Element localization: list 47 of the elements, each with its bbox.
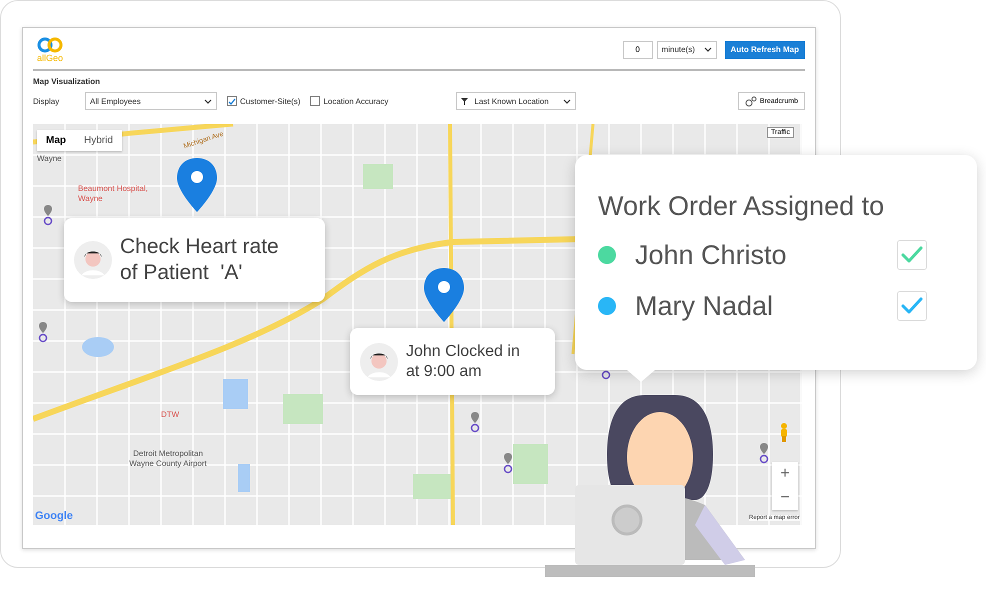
map-type-tab[interactable]: Map bbox=[37, 130, 75, 151]
park-area bbox=[283, 394, 323, 424]
lake-area bbox=[223, 379, 248, 409]
interval-field[interactable]: 0 bbox=[622, 40, 653, 58]
lake-area bbox=[82, 337, 114, 357]
auto-refresh-button[interactable]: Auto Refresh Map bbox=[724, 40, 805, 58]
section-title: Map Visualization bbox=[33, 77, 101, 86]
checkbox[interactable] bbox=[310, 96, 320, 106]
map-marker-icon bbox=[38, 321, 48, 343]
zoom-out-button[interactable]: − bbox=[772, 486, 798, 510]
filter-icon bbox=[461, 98, 468, 104]
checkbox-option[interactable]: Location Accuracy bbox=[310, 96, 388, 106]
chevron-down-icon bbox=[704, 47, 712, 52]
breadcrumb-icon bbox=[744, 96, 757, 106]
map-type-tab[interactable]: Hybrid bbox=[75, 130, 122, 151]
map-marker-icon bbox=[43, 204, 53, 226]
park-area bbox=[513, 444, 548, 484]
map-label: Beaumont Hospital, Wayne bbox=[78, 184, 148, 204]
chevron-down-icon bbox=[563, 98, 572, 104]
checkbox-option[interactable]: Customer-Site(s) bbox=[227, 96, 300, 106]
map-label: Wayne bbox=[37, 154, 62, 164]
card-title: Work Order Assigned to bbox=[598, 191, 886, 222]
assignee-name: Mary Nadal bbox=[635, 290, 774, 322]
callout-text: John Clocked in at 9:00 am bbox=[406, 342, 521, 382]
map-label: Detroit Metropolitan Wayne County Airport bbox=[128, 449, 208, 469]
map-label: DTW bbox=[161, 410, 180, 420]
display-label: Display bbox=[33, 96, 60, 106]
checkbox[interactable] bbox=[227, 96, 237, 106]
logo-icon bbox=[37, 36, 63, 52]
map-marker-icon bbox=[503, 452, 513, 474]
assignee-name: John Christo bbox=[635, 240, 788, 270]
map-marker-icon bbox=[759, 442, 769, 464]
avatar-icon bbox=[360, 342, 398, 380]
park-area bbox=[363, 164, 393, 189]
map-marker-icon bbox=[470, 411, 480, 433]
callout-text: Check Heart rate of Patient 'A' bbox=[120, 234, 280, 286]
park-area bbox=[413, 474, 453, 499]
avatar-icon bbox=[74, 241, 112, 279]
logo-text: allGeo bbox=[37, 52, 64, 62]
location-dropdown[interactable]: Last Known Location bbox=[456, 92, 576, 110]
street-view-icon[interactable] bbox=[778, 422, 790, 442]
lake-area bbox=[238, 464, 250, 492]
zoom-in-button[interactable]: + bbox=[772, 462, 798, 486]
unit-dropdown[interactable]: minute(s) bbox=[656, 40, 717, 58]
map-attribution: Google bbox=[35, 510, 73, 522]
display-dropdown[interactable]: All Employees bbox=[85, 92, 217, 110]
chevron-down-icon bbox=[204, 98, 212, 104]
